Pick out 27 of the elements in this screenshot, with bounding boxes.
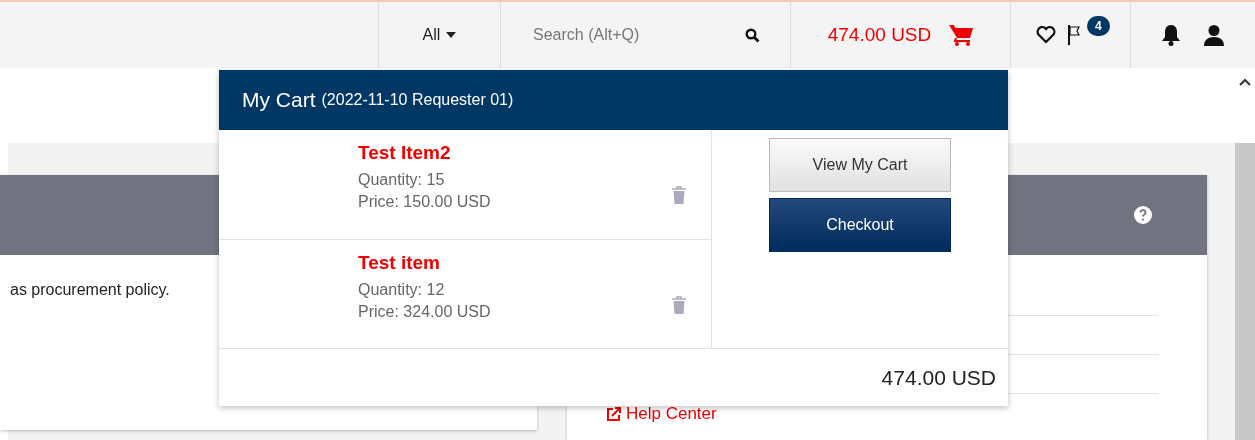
search-field[interactable]: Search (Alt+Q)	[531, 25, 735, 45]
caret-icon	[446, 32, 457, 38]
panel-text: as procurement policy.	[10, 281, 170, 299]
scrollbar[interactable]	[1235, 143, 1255, 440]
item-name[interactable]: Test item	[358, 252, 440, 274]
item-quantity: Quantity: 15	[358, 170, 445, 190]
item-name[interactable]: Test Item2	[358, 142, 451, 164]
external-link-icon	[607, 407, 621, 421]
search-icon[interactable]	[745, 27, 760, 43]
checkout-button[interactable]: Checkout	[769, 198, 951, 252]
notification-badge: 4	[1087, 16, 1110, 36]
help-center-link[interactable]: Help Center	[607, 404, 717, 424]
cart-icon[interactable]	[949, 24, 974, 46]
flag-icon[interactable]	[1068, 25, 1080, 45]
scroll-up-icon[interactable]	[1239, 78, 1251, 86]
view-cart-button[interactable]: View My Cart	[769, 138, 951, 192]
item-price: Price: 150.00 USD	[358, 192, 491, 212]
user-icon[interactable]	[1203, 24, 1225, 46]
cart-title: My Cart	[242, 88, 316, 112]
cart-total[interactable]: 474.00 USD	[827, 24, 932, 46]
cart-subtitle: (2022-11-10 Requester 01)	[321, 91, 514, 109]
bell-icon[interactable]	[1161, 24, 1181, 46]
heart-icon[interactable]	[1036, 26, 1056, 44]
item-quantity: Quantity: 12	[358, 280, 445, 300]
cart-total: 474.00 USD	[881, 365, 996, 390]
item-price: Price: 324.00 USD	[358, 302, 491, 322]
help-icon[interactable]	[1133, 205, 1153, 225]
